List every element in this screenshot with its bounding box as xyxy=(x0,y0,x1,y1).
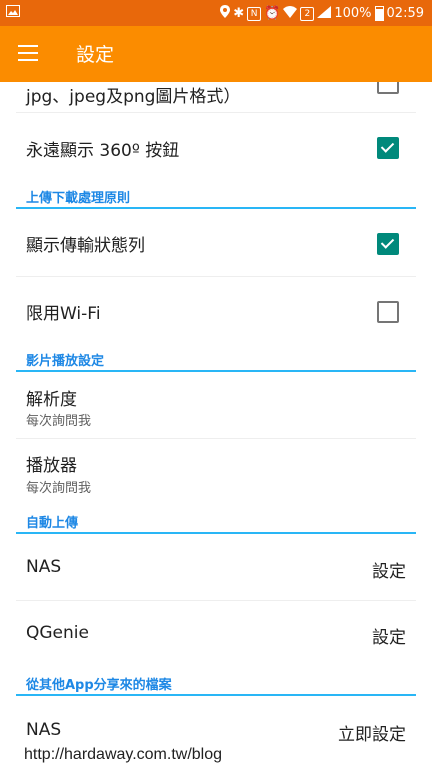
setting-label: 永遠顯示 360º 按鈕 xyxy=(26,141,180,161)
section-title: 從其他App分享來的檔案 xyxy=(26,678,172,693)
battery-icon xyxy=(374,6,384,21)
section-header-auto-upload: 自動上傳 xyxy=(16,507,416,535)
bluetooth-icon: ✱ xyxy=(233,5,245,21)
app-bar: 設定 xyxy=(0,26,432,82)
section-title: 自動上傳 xyxy=(26,516,79,531)
nas-setup-button[interactable]: 設定 xyxy=(372,557,406,582)
setting-label: QGenie xyxy=(26,623,89,643)
setting-row-show-360[interactable]: 永遠顯示 360º 按鈕 xyxy=(0,113,432,180)
clock: 02:59 xyxy=(386,6,424,21)
setting-row-wifi-only[interactable]: 限用Wi-Fi xyxy=(0,277,432,345)
section-title: 影片播放設定 xyxy=(26,354,105,369)
status-icons: ✱ N ⏰ 2 100% 02:59 xyxy=(220,5,424,22)
setting-row-nas[interactable]: NAS 設定 xyxy=(0,535,432,600)
section-divider xyxy=(16,370,416,372)
setting-label: 限用Wi-Fi xyxy=(26,304,101,324)
setting-label: 解析度 xyxy=(26,390,77,410)
share-nas-setup-button[interactable]: 立即設定 xyxy=(338,720,406,745)
qgenie-setup-button[interactable]: 設定 xyxy=(372,623,406,648)
signal-icon xyxy=(317,5,332,22)
wifi-icon xyxy=(283,5,298,22)
alarm-icon: ⏰ xyxy=(264,5,281,21)
setting-label: 顯示傳輸狀態列 xyxy=(26,236,145,256)
page-title: 設定 xyxy=(76,44,115,66)
setting-label: jpg、jpeg及png圖片格式） xyxy=(26,87,241,107)
section-divider xyxy=(16,694,416,696)
setting-row-resolution[interactable]: 解析度 每次詢問我 xyxy=(0,373,432,438)
section-title: 上傳下載處理原則 xyxy=(26,191,131,206)
status-bar: ✱ N ⏰ 2 100% 02:59 xyxy=(0,0,432,26)
checkbox-show-360[interactable] xyxy=(377,137,399,159)
setting-row-player[interactable]: 播放器 每次詢問我 xyxy=(0,439,432,507)
setting-label: NAS xyxy=(26,557,62,577)
checkbox-formats[interactable] xyxy=(377,82,399,94)
setting-label: NAS xyxy=(26,720,62,740)
sim-badge: 2 xyxy=(300,6,315,21)
location-icon xyxy=(220,5,231,22)
setting-row-show-transfer[interactable]: 顯示傳輸狀態列 xyxy=(0,210,432,276)
gallery-icon xyxy=(6,5,20,21)
setting-row-qgenie[interactable]: QGenie 設定 xyxy=(0,601,432,669)
watermark-url: http://hardaway.com.tw/blog xyxy=(24,746,223,763)
section-header-video: 影片播放設定 xyxy=(16,345,416,373)
section-divider xyxy=(16,207,416,209)
setting-row-formats[interactable]: jpg、jpeg及png圖片格式） xyxy=(0,82,432,112)
setting-summary: 每次詢問我 xyxy=(26,414,92,429)
nfc-icon: N xyxy=(247,6,262,21)
setting-label: 播放器 xyxy=(26,456,77,476)
checkbox-wifi-only[interactable] xyxy=(377,301,399,323)
section-header-share: 從其他App分享來的檔案 xyxy=(16,669,416,697)
hamburger-menu-icon[interactable] xyxy=(18,45,38,61)
section-header-transfer: 上傳下載處理原則 xyxy=(16,182,416,210)
section-divider xyxy=(16,532,416,534)
setting-summary: 每次詢問我 xyxy=(26,481,92,496)
battery-percent: 100% xyxy=(334,6,372,21)
checkbox-show-transfer[interactable] xyxy=(377,233,399,255)
settings-list[interactable]: jpg、jpeg及png圖片格式） 永遠顯示 360º 按鈕 上傳下載處理原則 … xyxy=(0,82,432,768)
